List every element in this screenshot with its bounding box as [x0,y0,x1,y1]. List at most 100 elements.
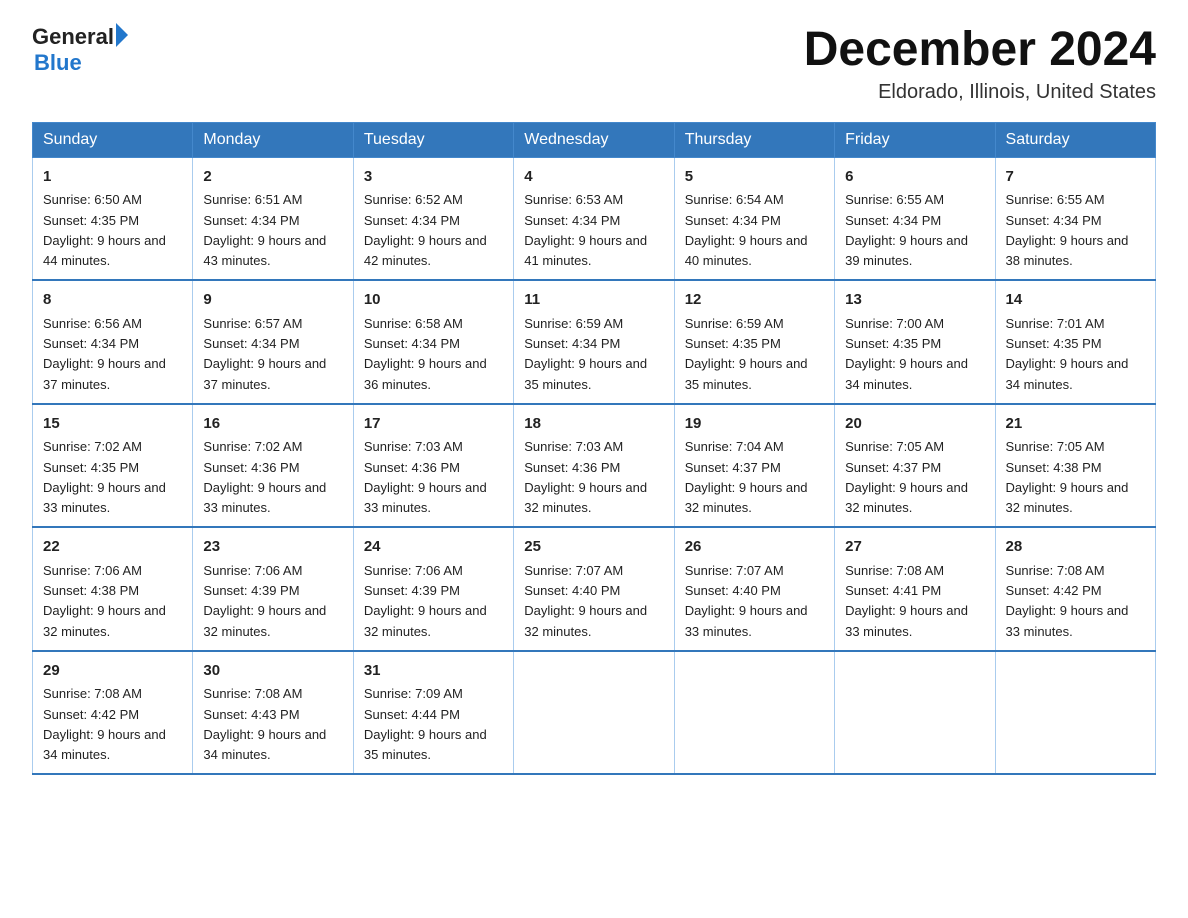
day-info: Sunrise: 6:50 AMSunset: 4:35 PMDaylight:… [43,192,166,268]
day-info: Sunrise: 7:03 AMSunset: 4:36 PMDaylight:… [364,439,487,515]
day-number: 22 [43,536,182,559]
calendar-cell: 2 Sunrise: 6:51 AMSunset: 4:34 PMDayligh… [193,157,353,280]
day-number: 8 [43,289,182,312]
week-row-2: 8 Sunrise: 6:56 AMSunset: 4:34 PMDayligh… [33,280,1156,404]
day-info: Sunrise: 6:56 AMSunset: 4:34 PMDaylight:… [43,316,166,392]
calendar-cell: 10 Sunrise: 6:58 AMSunset: 4:34 PMDaylig… [353,280,513,404]
day-number: 11 [524,289,663,312]
day-number: 26 [685,536,824,559]
calendar-cell: 20 Sunrise: 7:05 AMSunset: 4:37 PMDaylig… [835,404,995,528]
day-number: 13 [845,289,984,312]
calendar-cell: 14 Sunrise: 7:01 AMSunset: 4:35 PMDaylig… [995,280,1155,404]
day-info: Sunrise: 7:06 AMSunset: 4:39 PMDaylight:… [364,563,487,639]
calendar-cell: 11 Sunrise: 6:59 AMSunset: 4:34 PMDaylig… [514,280,674,404]
calendar-cell: 27 Sunrise: 7:08 AMSunset: 4:41 PMDaylig… [835,527,995,651]
day-number: 7 [1006,166,1145,189]
calendar-cell: 30 Sunrise: 7:08 AMSunset: 4:43 PMDaylig… [193,651,353,775]
calendar-cell: 1 Sunrise: 6:50 AMSunset: 4:35 PMDayligh… [33,157,193,280]
day-number: 17 [364,413,503,436]
weekday-header-saturday: Saturday [995,122,1155,157]
weekday-header-thursday: Thursday [674,122,834,157]
day-number: 15 [43,413,182,436]
day-number: 29 [43,660,182,683]
day-number: 5 [685,166,824,189]
calendar-cell: 4 Sunrise: 6:53 AMSunset: 4:34 PMDayligh… [514,157,674,280]
location-title: Eldorado, Illinois, United States [804,81,1156,104]
calendar-cell: 5 Sunrise: 6:54 AMSunset: 4:34 PMDayligh… [674,157,834,280]
day-info: Sunrise: 7:07 AMSunset: 4:40 PMDaylight:… [524,563,647,639]
calendar-cell: 28 Sunrise: 7:08 AMSunset: 4:42 PMDaylig… [995,527,1155,651]
day-number: 4 [524,166,663,189]
day-number: 19 [685,413,824,436]
calendar-cell: 29 Sunrise: 7:08 AMSunset: 4:42 PMDaylig… [33,651,193,775]
day-info: Sunrise: 7:06 AMSunset: 4:39 PMDaylight:… [203,563,326,639]
day-info: Sunrise: 6:58 AMSunset: 4:34 PMDaylight:… [364,316,487,392]
day-info: Sunrise: 7:05 AMSunset: 4:37 PMDaylight:… [845,439,968,515]
day-info: Sunrise: 6:57 AMSunset: 4:34 PMDaylight:… [203,316,326,392]
calendar-cell: 9 Sunrise: 6:57 AMSunset: 4:34 PMDayligh… [193,280,353,404]
day-number: 1 [43,166,182,189]
day-number: 18 [524,413,663,436]
calendar-cell: 24 Sunrise: 7:06 AMSunset: 4:39 PMDaylig… [353,527,513,651]
day-number: 16 [203,413,342,436]
calendar-cell: 6 Sunrise: 6:55 AMSunset: 4:34 PMDayligh… [835,157,995,280]
calendar-cell: 21 Sunrise: 7:05 AMSunset: 4:38 PMDaylig… [995,404,1155,528]
calendar-cell: 19 Sunrise: 7:04 AMSunset: 4:37 PMDaylig… [674,404,834,528]
logo-triangle-icon [116,23,128,47]
day-info: Sunrise: 7:05 AMSunset: 4:38 PMDaylight:… [1006,439,1129,515]
day-info: Sunrise: 7:02 AMSunset: 4:35 PMDaylight:… [43,439,166,515]
day-number: 10 [364,289,503,312]
day-info: Sunrise: 6:59 AMSunset: 4:35 PMDaylight:… [685,316,808,392]
day-number: 27 [845,536,984,559]
calendar-cell: 16 Sunrise: 7:02 AMSunset: 4:36 PMDaylig… [193,404,353,528]
day-info: Sunrise: 7:01 AMSunset: 4:35 PMDaylight:… [1006,316,1129,392]
calendar-cell: 17 Sunrise: 7:03 AMSunset: 4:36 PMDaylig… [353,404,513,528]
logo-blue-text: Blue [34,50,128,76]
day-number: 24 [364,536,503,559]
day-number: 21 [1006,413,1145,436]
day-info: Sunrise: 6:52 AMSunset: 4:34 PMDaylight:… [364,192,487,268]
day-number: 30 [203,660,342,683]
calendar-cell [514,651,674,775]
logo-general-text: General [32,24,114,50]
calendar-cell: 26 Sunrise: 7:07 AMSunset: 4:40 PMDaylig… [674,527,834,651]
day-info: Sunrise: 7:02 AMSunset: 4:36 PMDaylight:… [203,439,326,515]
day-number: 31 [364,660,503,683]
calendar-cell [835,651,995,775]
calendar-cell: 8 Sunrise: 6:56 AMSunset: 4:34 PMDayligh… [33,280,193,404]
day-info: Sunrise: 7:08 AMSunset: 4:42 PMDaylight:… [43,686,166,762]
week-row-1: 1 Sunrise: 6:50 AMSunset: 4:35 PMDayligh… [33,157,1156,280]
weekday-header-tuesday: Tuesday [353,122,513,157]
logo: General Blue [32,24,128,76]
day-info: Sunrise: 7:09 AMSunset: 4:44 PMDaylight:… [364,686,487,762]
weekday-header-sunday: Sunday [33,122,193,157]
page-header: General Blue December 2024 Eldorado, Ill… [32,24,1156,104]
week-row-3: 15 Sunrise: 7:02 AMSunset: 4:35 PMDaylig… [33,404,1156,528]
day-info: Sunrise: 7:08 AMSunset: 4:42 PMDaylight:… [1006,563,1129,639]
day-number: 6 [845,166,984,189]
week-row-4: 22 Sunrise: 7:06 AMSunset: 4:38 PMDaylig… [33,527,1156,651]
day-info: Sunrise: 6:59 AMSunset: 4:34 PMDaylight:… [524,316,647,392]
weekday-header-row: SundayMondayTuesdayWednesdayThursdayFrid… [33,122,1156,157]
weekday-header-friday: Friday [835,122,995,157]
day-info: Sunrise: 7:08 AMSunset: 4:43 PMDaylight:… [203,686,326,762]
weekday-header-wednesday: Wednesday [514,122,674,157]
day-number: 23 [203,536,342,559]
day-info: Sunrise: 6:51 AMSunset: 4:34 PMDaylight:… [203,192,326,268]
day-info: Sunrise: 7:04 AMSunset: 4:37 PMDaylight:… [685,439,808,515]
calendar-cell: 22 Sunrise: 7:06 AMSunset: 4:38 PMDaylig… [33,527,193,651]
day-info: Sunrise: 6:54 AMSunset: 4:34 PMDaylight:… [685,192,808,268]
weekday-header-monday: Monday [193,122,353,157]
calendar-cell: 7 Sunrise: 6:55 AMSunset: 4:34 PMDayligh… [995,157,1155,280]
calendar-cell: 25 Sunrise: 7:07 AMSunset: 4:40 PMDaylig… [514,527,674,651]
calendar-cell: 18 Sunrise: 7:03 AMSunset: 4:36 PMDaylig… [514,404,674,528]
day-number: 9 [203,289,342,312]
calendar-cell: 3 Sunrise: 6:52 AMSunset: 4:34 PMDayligh… [353,157,513,280]
day-number: 14 [1006,289,1145,312]
title-block: December 2024 Eldorado, Illinois, United… [804,24,1156,104]
day-info: Sunrise: 7:00 AMSunset: 4:35 PMDaylight:… [845,316,968,392]
day-info: Sunrise: 7:06 AMSunset: 4:38 PMDaylight:… [43,563,166,639]
calendar-cell [995,651,1155,775]
day-info: Sunrise: 7:07 AMSunset: 4:40 PMDaylight:… [685,563,808,639]
calendar-cell: 23 Sunrise: 7:06 AMSunset: 4:39 PMDaylig… [193,527,353,651]
